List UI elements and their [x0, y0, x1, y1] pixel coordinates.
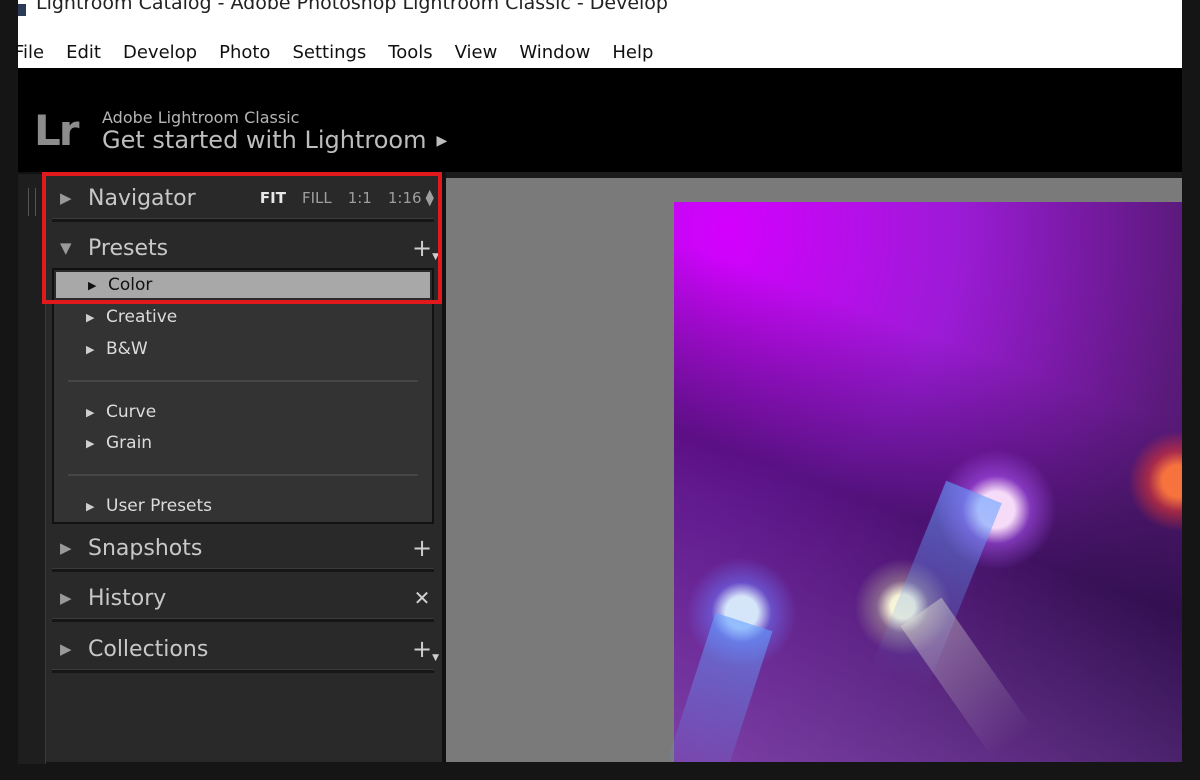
collapsed-triangle-icon: ▶: [60, 189, 72, 207]
navigator-header[interactable]: ▶ Navigator FIT FILL 1:1 1:16 ▲ ▼: [52, 176, 434, 220]
preset-group-label: Curve: [106, 402, 157, 422]
collections-title: Collections: [88, 636, 209, 662]
preset-group-label: Grain: [106, 433, 153, 453]
presets-list: ▶ Color ▶ Creative ▶ B&W ▶ Curve ▶ Grain…: [52, 268, 434, 524]
zoom-1-16[interactable]: 1:16: [388, 189, 422, 207]
collapsed-triangle-icon: ▶: [86, 342, 95, 356]
window-title: Lightroom Catalog - Adobe Photoshop Ligh…: [36, 0, 668, 14]
add-preset-icon[interactable]: + ▼: [410, 234, 439, 262]
zoom-stepper-icon[interactable]: ▲ ▼: [426, 188, 434, 207]
history-header[interactable]: ▶ History ✕: [52, 576, 434, 620]
menu-photo[interactable]: Photo: [219, 42, 270, 63]
get-started-label: Get started with Lightroom: [102, 126, 427, 154]
menu-tools[interactable]: Tools: [388, 42, 432, 63]
window-frame-bottom: [0, 762, 1200, 780]
zoom-1-1[interactable]: 1:1: [348, 189, 372, 207]
zoom-fit[interactable]: FIT: [260, 189, 286, 207]
preset-group-label: B&W: [106, 339, 148, 359]
menu-window[interactable]: Window: [519, 42, 590, 63]
zoom-fill[interactable]: FILL: [302, 189, 332, 207]
navigator-zoom-options: FIT FILL 1:1 1:16 ▲ ▼: [244, 188, 434, 207]
preset-group-label: User Presets: [106, 496, 213, 516]
preset-group-bw[interactable]: ▶ B&W: [54, 334, 432, 364]
menu-bar: File Edit Develop Photo Settings Tools V…: [14, 36, 1182, 68]
photo-preview[interactable]: [659, 202, 1182, 762]
collapsed-triangle-icon: ▶: [60, 640, 72, 658]
collapsed-triangle-icon: ▶: [60, 589, 72, 607]
add-snapshot-icon[interactable]: +: [410, 534, 434, 562]
window-frame-left: [0, 0, 18, 780]
preset-group-grain[interactable]: ▶ Grain: [54, 428, 432, 458]
preset-group-creative[interactable]: ▶ Creative: [54, 302, 432, 332]
title-bar: Lightroom Catalog - Adobe Photoshop Ligh…: [18, 0, 1182, 36]
left-panel: ▶ Navigator FIT FILL 1:1 1:16 ▲ ▼ ▼ Prese…: [18, 172, 442, 764]
left-panel-collapse-strip[interactable]: [18, 174, 46, 764]
add-collection-icon[interactable]: + ▼: [410, 635, 439, 663]
history-title: History: [88, 585, 167, 611]
preset-divider: [68, 474, 418, 476]
preset-group-label: Color: [108, 275, 153, 295]
panel-divider: [52, 669, 434, 673]
panel-divider: [52, 568, 434, 572]
play-arrow-icon: ▶: [436, 133, 448, 149]
panel-divider: [52, 218, 434, 222]
collapsed-triangle-icon: ▶: [60, 539, 72, 557]
collapsed-triangle-icon: ▶: [86, 405, 95, 419]
menu-edit[interactable]: Edit: [66, 42, 101, 63]
preset-group-color[interactable]: ▶ Color: [54, 270, 432, 300]
app-icon: [18, 4, 26, 16]
preset-group-curve[interactable]: ▶ Curve: [54, 397, 432, 427]
photo-canvas[interactable]: [446, 178, 1182, 762]
collapsed-triangle-icon: ▶: [86, 499, 95, 513]
collapsed-triangle-icon: ▶: [88, 278, 97, 292]
collapsed-triangle-icon: ▶: [86, 310, 95, 324]
expanded-triangle-icon: ▼: [60, 239, 72, 257]
brand-name: Adobe Lightroom Classic: [102, 108, 300, 127]
light-beam: [659, 612, 773, 762]
navigator-title: Navigator: [88, 185, 196, 211]
menu-view[interactable]: View: [455, 42, 498, 63]
collapsed-triangle-icon: ▶: [86, 436, 95, 450]
menu-settings[interactable]: Settings: [292, 42, 366, 63]
snapshots-title: Snapshots: [88, 535, 203, 561]
snapshots-header[interactable]: ▶ Snapshots +: [52, 526, 434, 570]
identity-plate: Lr Adobe Lightroom Classic Get started w…: [18, 68, 1182, 172]
menu-file[interactable]: File: [14, 42, 44, 63]
preset-divider: [68, 380, 418, 382]
presets-header[interactable]: ▼ Presets + ▼: [52, 226, 439, 270]
collections-header[interactable]: ▶ Collections + ▼: [52, 627, 439, 671]
get-started-link[interactable]: Get started with Lightroom ▶: [102, 126, 447, 154]
menu-develop[interactable]: Develop: [123, 42, 197, 63]
menu-help[interactable]: Help: [612, 42, 653, 63]
clear-history-icon[interactable]: ✕: [410, 586, 434, 610]
preset-group-user-presets[interactable]: ▶ User Presets: [54, 491, 432, 521]
lightroom-logo: Lr: [34, 106, 80, 155]
preset-group-label: Creative: [106, 307, 178, 327]
grip-handle-icon: [28, 188, 36, 216]
panel-divider: [52, 618, 434, 622]
window-frame-right: [1182, 0, 1200, 780]
presets-title: Presets: [88, 235, 169, 261]
